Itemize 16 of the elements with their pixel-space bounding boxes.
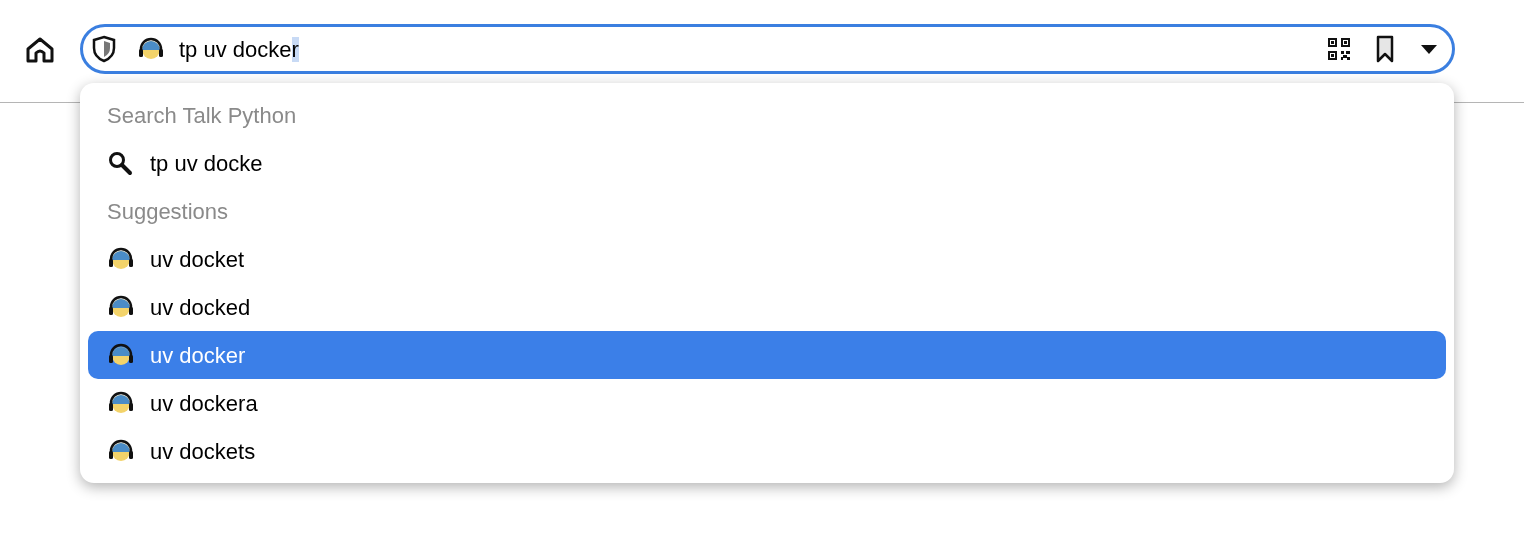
home-icon[interactable] [24, 35, 56, 65]
section-heading: Suggestions [107, 197, 229, 226]
suggestion-item[interactable]: uv docker [88, 331, 1446, 379]
suggestion-item[interactable]: uv dockets [88, 427, 1446, 475]
search-icon [107, 150, 133, 176]
dropdown-caret-icon[interactable] [1420, 43, 1438, 55]
suggestion-item[interactable]: uv dockera [88, 379, 1446, 427]
section-heading: Search Talk Python [107, 101, 297, 130]
bookmark-icon[interactable] [1374, 35, 1396, 63]
suggestion-item[interactable]: uv docked [88, 283, 1446, 331]
address-bar[interactable]: tp uv docker [80, 24, 1455, 74]
search-suggestion[interactable]: tp uv docke [88, 139, 1446, 187]
shield-icon[interactable] [91, 35, 117, 63]
suggestion-item[interactable]: uv docket [88, 235, 1446, 283]
qr-code-icon[interactable] [1326, 36, 1352, 62]
address-text[interactable]: tp uv docker [179, 32, 1326, 66]
